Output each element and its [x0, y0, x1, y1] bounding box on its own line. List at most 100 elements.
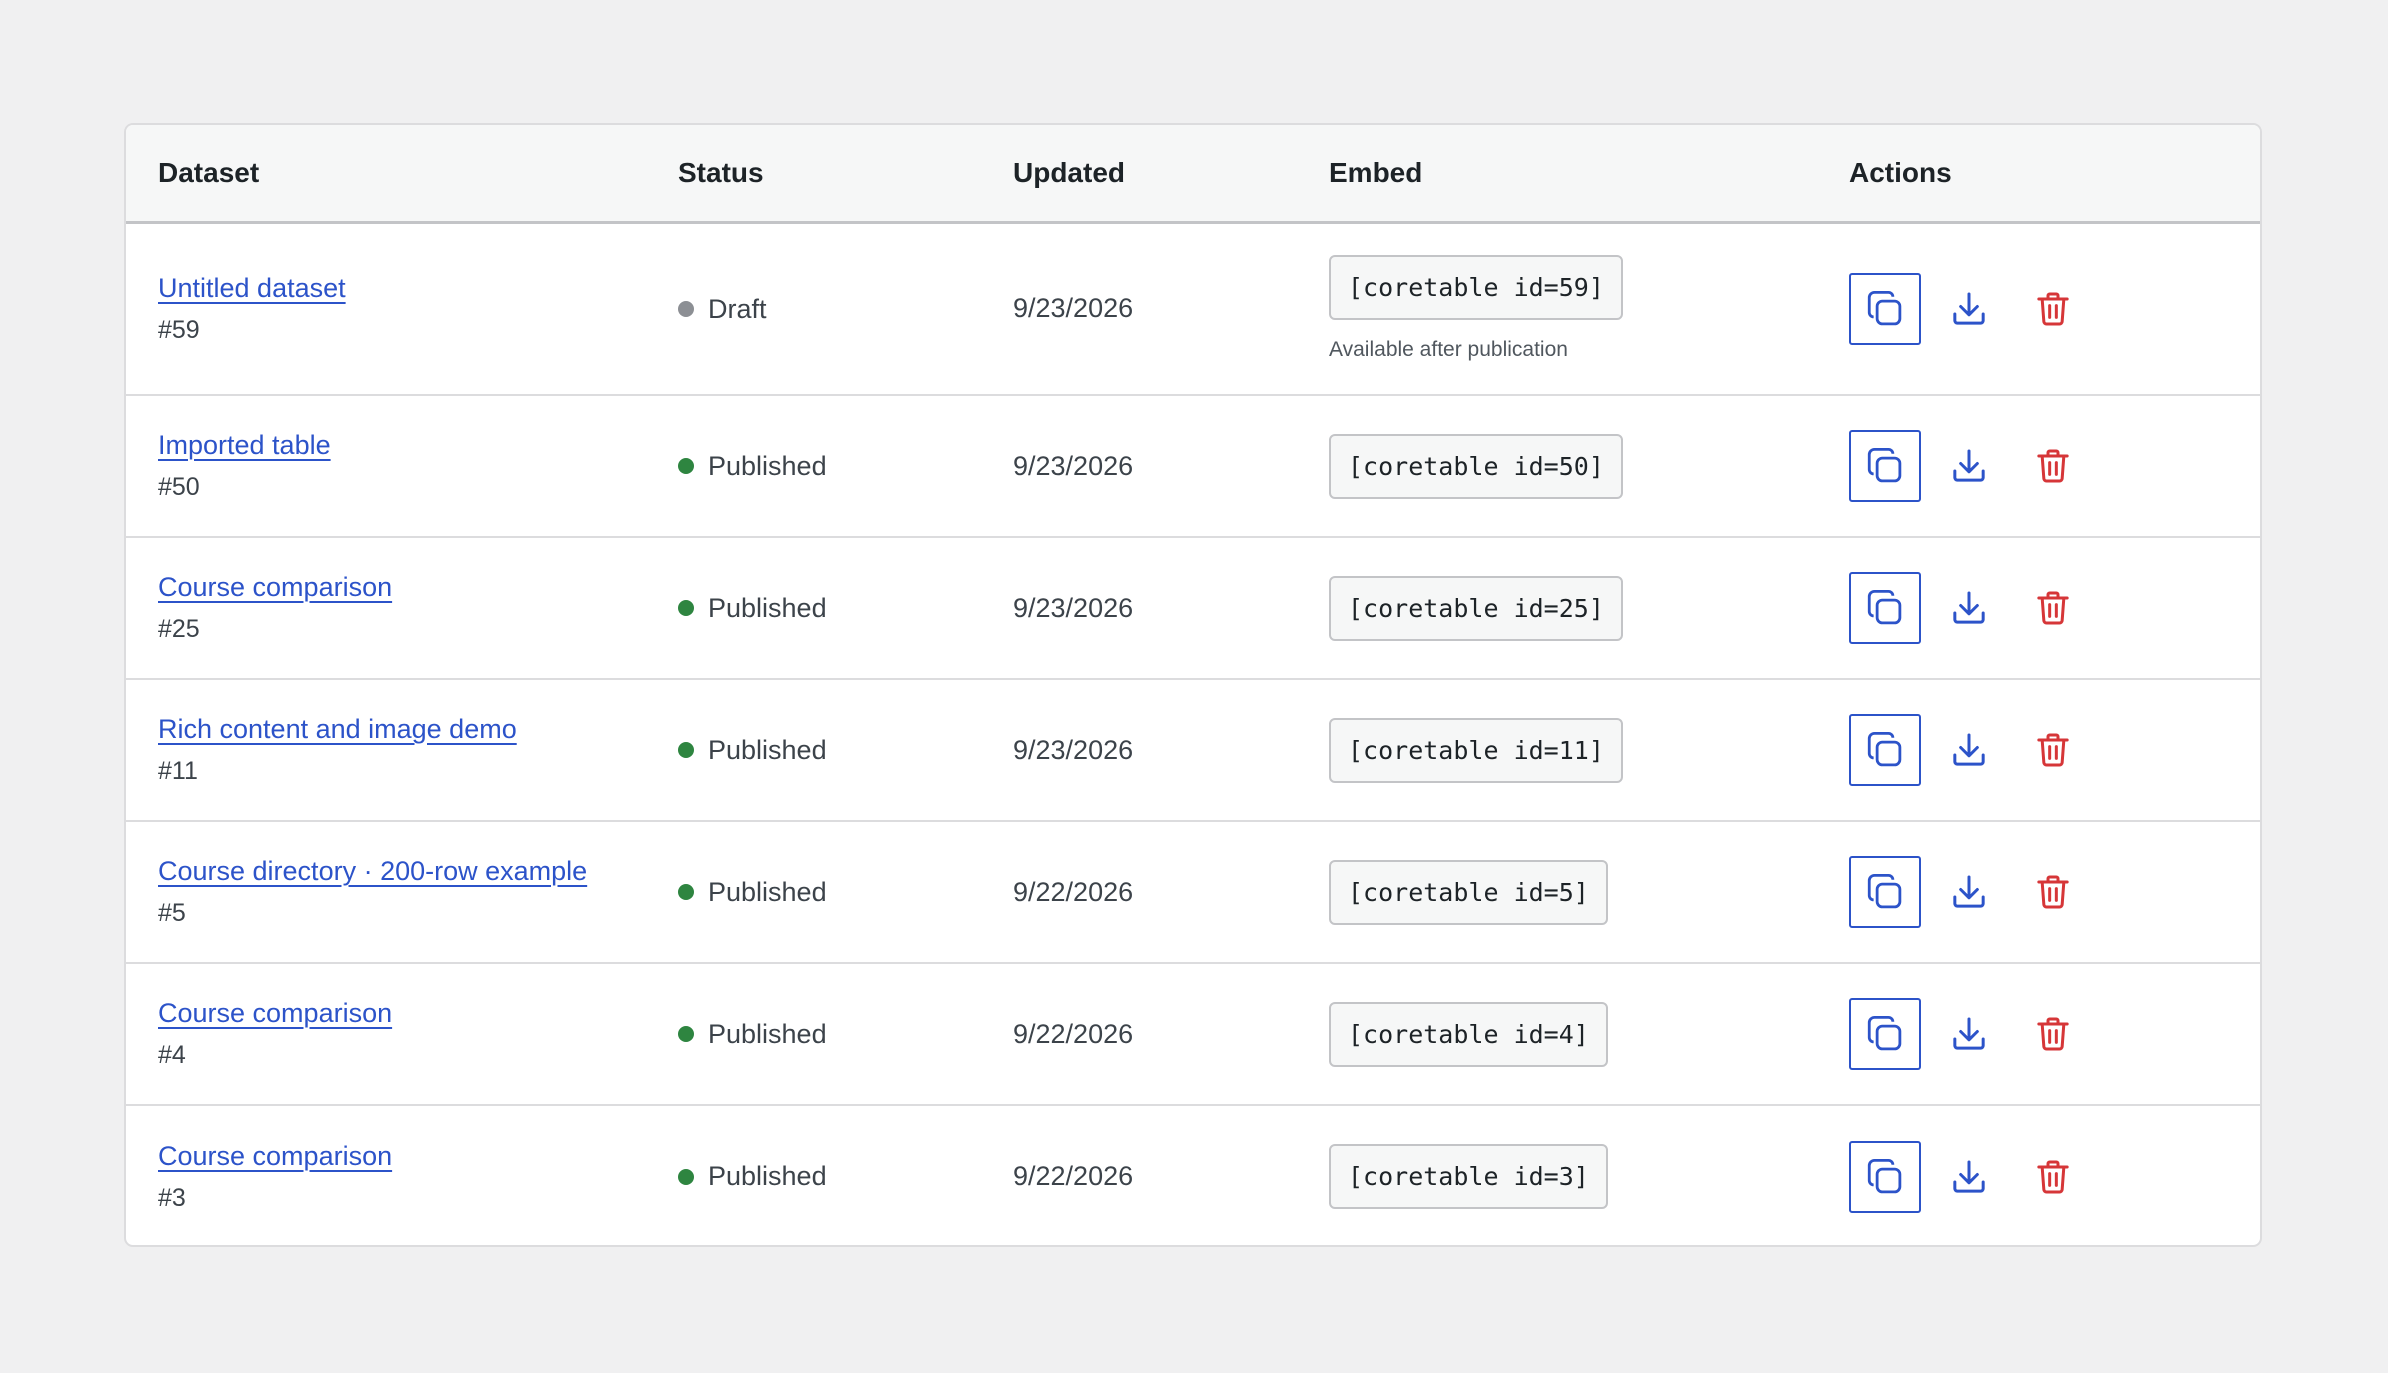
status-badge: Published [678, 593, 827, 624]
dataset-id: #59 [158, 315, 200, 344]
copy-button[interactable] [1849, 1140, 1921, 1213]
download-icon [1953, 591, 1985, 624]
header-actions: Actions [1817, 125, 2260, 224]
status-badge: Draft [678, 294, 767, 325]
download-button[interactable] [1933, 430, 2005, 502]
trash-icon [2037, 449, 2069, 483]
datasets-table: Dataset Status Updated Embed Actions Unt… [126, 125, 2260, 1245]
updated-date: 9/23/2026 [1013, 293, 1134, 324]
copy-button[interactable] [1849, 998, 1921, 1070]
copy-button[interactable] [1849, 572, 1921, 644]
actions-cell [1817, 821, 2260, 963]
dataset-id: #25 [158, 615, 200, 643]
dataset-id: #3 [158, 1183, 186, 1212]
header-updated[interactable]: Updated [981, 125, 1297, 224]
dataset-id: #5 [158, 899, 186, 927]
table-row: Course directory · 200-row example #5 Pu… [126, 821, 2260, 963]
download-icon [1953, 875, 1985, 908]
copy-button[interactable] [1849, 430, 1921, 502]
download-button[interactable] [1933, 998, 2005, 1070]
status-label: Published [708, 592, 827, 623]
delete-button[interactable] [2017, 430, 2089, 502]
embed-cell: [coretable id=3] [1297, 1105, 1817, 1245]
delete-button[interactable] [2017, 1141, 2089, 1213]
download-button[interactable] [1933, 1141, 2005, 1213]
dataset-cell: Course directory · 200-row example #5 [126, 821, 646, 963]
dataset-cell: Course comparison #25 [126, 537, 646, 679]
status-label: Published [708, 1161, 827, 1192]
status-cell: Published [646, 963, 981, 1105]
delete-button[interactable] [2017, 856, 2089, 928]
embed-shortcode[interactable]: [coretable id=5] [1329, 859, 1608, 925]
dataset-name-link[interactable]: Course comparison [158, 572, 392, 603]
header-dataset[interactable]: Dataset [126, 125, 646, 224]
copy-icon [1867, 447, 1902, 483]
status-badge: Published [678, 735, 827, 766]
trash-icon [2037, 1017, 2069, 1051]
updated-cell: 9/23/2026 [981, 537, 1297, 679]
updated-date: 9/23/2026 [1013, 592, 1134, 623]
dataset-name-link[interactable]: Course comparison [158, 1141, 392, 1172]
copy-button[interactable] [1849, 272, 1921, 345]
status-cell: Published [646, 537, 981, 679]
status-badge: Published [678, 1161, 827, 1192]
status-label: Draft [708, 293, 767, 324]
download-button[interactable] [1933, 273, 2005, 345]
delete-button[interactable] [2017, 998, 2089, 1070]
copy-button[interactable] [1849, 714, 1921, 786]
row-actions [1849, 1140, 2260, 1213]
header-embed: Embed [1297, 125, 1817, 224]
status-dot-icon [678, 301, 694, 317]
download-icon [1953, 449, 1985, 482]
embed-shortcode[interactable]: [coretable id=4] [1329, 1001, 1608, 1067]
delete-button[interactable] [2017, 714, 2089, 786]
embed-cell: [coretable id=5] [1297, 821, 1817, 963]
dataset-id: #4 [158, 1041, 186, 1069]
dataset-cell: Course comparison #4 [126, 963, 646, 1105]
table-row: Untitled dataset #59 Draft 9/23/2026 [co… [126, 222, 2260, 395]
download-icon [1953, 1160, 1985, 1193]
dataset-name-link[interactable]: Untitled dataset [158, 273, 346, 304]
download-button[interactable] [1933, 714, 2005, 786]
actions-cell [1817, 222, 2260, 395]
updated-date: 9/22/2026 [1013, 1018, 1134, 1049]
dataset-name-link[interactable]: Course comparison [158, 998, 392, 1029]
embed-shortcode[interactable]: [coretable id=59] [1329, 255, 1623, 321]
dataset-cell: Rich content and image demo #11 [126, 679, 646, 821]
status-dot-icon [678, 458, 694, 475]
delete-button[interactable] [2017, 572, 2089, 644]
status-badge: Published [678, 451, 827, 482]
table-row: Imported table #50 Published 9/23/2026 [… [126, 395, 2260, 537]
table-row: Course comparison #3 Published 9/22/2026… [126, 1105, 2260, 1245]
row-actions [1849, 272, 2260, 345]
embed-shortcode[interactable]: [coretable id=25] [1329, 575, 1623, 641]
download-icon [1953, 292, 1985, 325]
status-dot-icon [678, 1168, 694, 1185]
embed-shortcode[interactable]: [coretable id=3] [1329, 1144, 1608, 1209]
row-actions [1849, 714, 2260, 786]
actions-cell [1817, 395, 2260, 537]
status-dot-icon [678, 600, 694, 617]
status-cell: Draft [646, 222, 981, 395]
dataset-name-link[interactable]: Rich content and image demo [158, 714, 517, 745]
actions-cell [1817, 1105, 2260, 1245]
download-button[interactable] [1933, 856, 2005, 928]
embed-shortcode[interactable]: [coretable id=50] [1329, 433, 1623, 499]
dataset-name-link[interactable]: Course directory · 200-row example [158, 856, 587, 887]
download-icon [1953, 1017, 1985, 1050]
status-label: Published [708, 1018, 827, 1049]
download-button[interactable] [1933, 572, 2005, 644]
updated-cell: 9/22/2026 [981, 1105, 1297, 1245]
embed-shortcode[interactable]: [coretable id=11] [1329, 717, 1623, 783]
dataset-name-link[interactable]: Imported table [158, 430, 331, 461]
delete-button[interactable] [2017, 273, 2089, 345]
updated-date: 9/23/2026 [1013, 450, 1134, 481]
header-status[interactable]: Status [646, 125, 981, 224]
copy-button[interactable] [1849, 856, 1921, 928]
updated-date: 9/22/2026 [1013, 1161, 1134, 1191]
dataset-id: #50 [158, 473, 200, 501]
row-actions [1849, 998, 2260, 1070]
status-badge: Published [678, 877, 827, 908]
embed-cell: [coretable id=25] [1297, 537, 1817, 679]
status-dot-icon [678, 884, 694, 901]
